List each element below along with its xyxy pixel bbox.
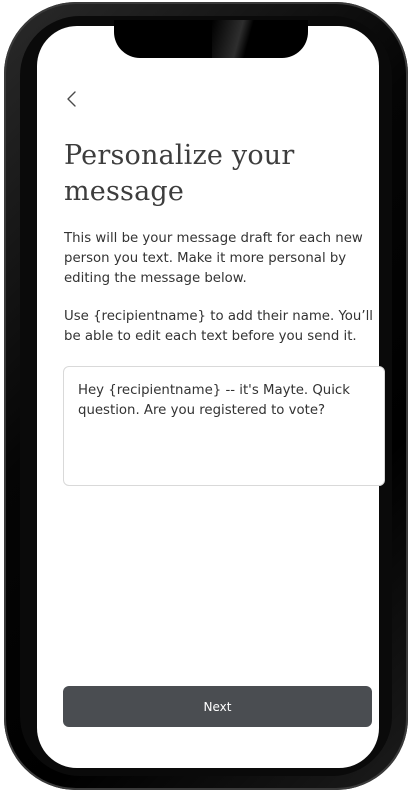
message-draft-input[interactable]: Hey {recipientname} -- it's Mayte. Quick…	[63, 366, 385, 486]
back-chevron-icon[interactable]	[64, 88, 82, 110]
page-title: Personalize your message	[64, 140, 295, 207]
chevron-left-icon	[67, 91, 76, 107]
next-button[interactable]: Next	[63, 686, 372, 727]
notch-glare	[212, 20, 272, 58]
phone-notch	[114, 20, 308, 58]
description-text: This will be your message draft for each…	[64, 231, 363, 286]
instructions-text: Use {recipientname} to add their name. Y…	[64, 309, 373, 344]
